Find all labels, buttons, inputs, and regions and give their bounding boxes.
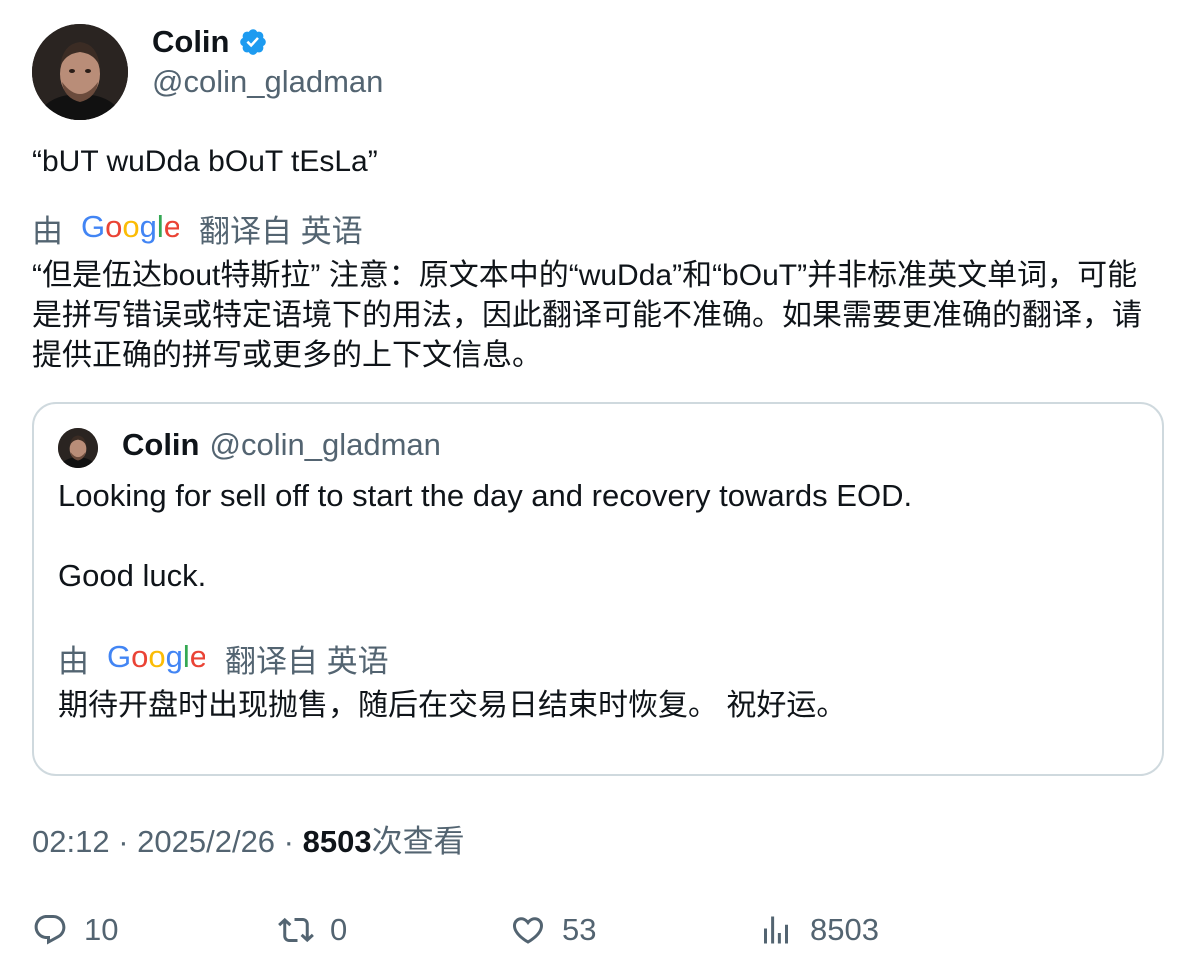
quoted-tweet-header: Colin @colin_gladman (58, 427, 1138, 468)
views-count: 8503 (302, 824, 372, 859)
like-button[interactable]: 53 (510, 908, 596, 952)
translation-attribution[interactable]: 由 Google 翻译自 英语 (32, 208, 363, 249)
quoted-tweet-text-line1: Looking for sell off to start the day an… (58, 478, 913, 513)
quoted-author-display-name: Colin (122, 427, 200, 462)
tweet-header: Colin @colin_gladman (32, 24, 1164, 120)
verified-badge-icon[interactable] (238, 27, 268, 57)
translation-text: “但是伍达bout特斯拉” 注意：原文本中的“wuDda”和“bOuT”并非标准… (32, 259, 1142, 372)
meta-separator-2: · (275, 824, 303, 859)
views-label: 次查看 (371, 824, 465, 859)
quoted-translation-text: 期待开盘时出现抛售，随后在交易日结束时恢复。 祝好运。 (58, 689, 847, 722)
tweet-date[interactable]: 2025/2/26 (137, 824, 275, 859)
retweet-button[interactable]: 0 (278, 908, 347, 952)
author-handle[interactable]: @colin_gladman (152, 64, 383, 100)
reply-icon (34, 915, 66, 945)
quoted-translated-from-label: 翻译自 英语 (225, 643, 389, 679)
quoted-google-logo: Google (107, 641, 205, 674)
google-logo-text: Google (81, 211, 179, 244)
quoted-tweet[interactable]: Colin @colin_gladman Looking for sell of… (32, 402, 1164, 776)
retweet-icon (278, 917, 314, 943)
author-display-name[interactable]: Colin (152, 24, 230, 60)
google-logo-icon: Google (81, 211, 179, 245)
translated-from-label: 翻译自 英语 (199, 213, 363, 249)
google-logo: Google (81, 211, 179, 244)
action-bar: 10 0 53 8503 (32, 908, 1164, 952)
tweet-metadata: 02:12 · 2025/2/26 · 8503次查看 (32, 822, 465, 862)
reply-button[interactable]: 10 (32, 908, 118, 952)
quoted-tweet-text-line2: Good luck. (58, 558, 207, 593)
quoted-author-handle: @colin_gladman (209, 427, 441, 462)
tweet-time[interactable]: 02:12 (32, 824, 110, 859)
quoted-translated-by-label: 由 (58, 643, 89, 679)
quoted-translation-attribution[interactable]: 由 Google 翻译自 英语 (58, 638, 389, 679)
quoted-google-logo-icon: Google (107, 641, 205, 675)
like-count: 53 (562, 912, 597, 947)
quoted-avatar-photo (58, 428, 98, 468)
translated-by-label: 由 (32, 213, 63, 249)
tweet-text: “bUT wuDda bOuT tEsLa” (32, 145, 378, 178)
avatar[interactable] (32, 24, 128, 120)
author-name-row[interactable]: Colin (152, 24, 268, 60)
quoted-avatar[interactable] (58, 428, 98, 468)
reply-count: 10 (84, 912, 119, 947)
meta-separator: · (109, 824, 138, 859)
quoted-author-row: Colin @colin_gladman (122, 427, 441, 462)
analytics-icon (764, 916, 788, 944)
views-stat-count: 8503 (810, 912, 879, 947)
avatar-photo (32, 24, 128, 120)
retweet-count: 0 (330, 912, 348, 947)
heart-icon (512, 917, 544, 944)
quoted-google-logo-text: Google (107, 641, 205, 674)
views-button[interactable]: 8503 (758, 908, 879, 952)
